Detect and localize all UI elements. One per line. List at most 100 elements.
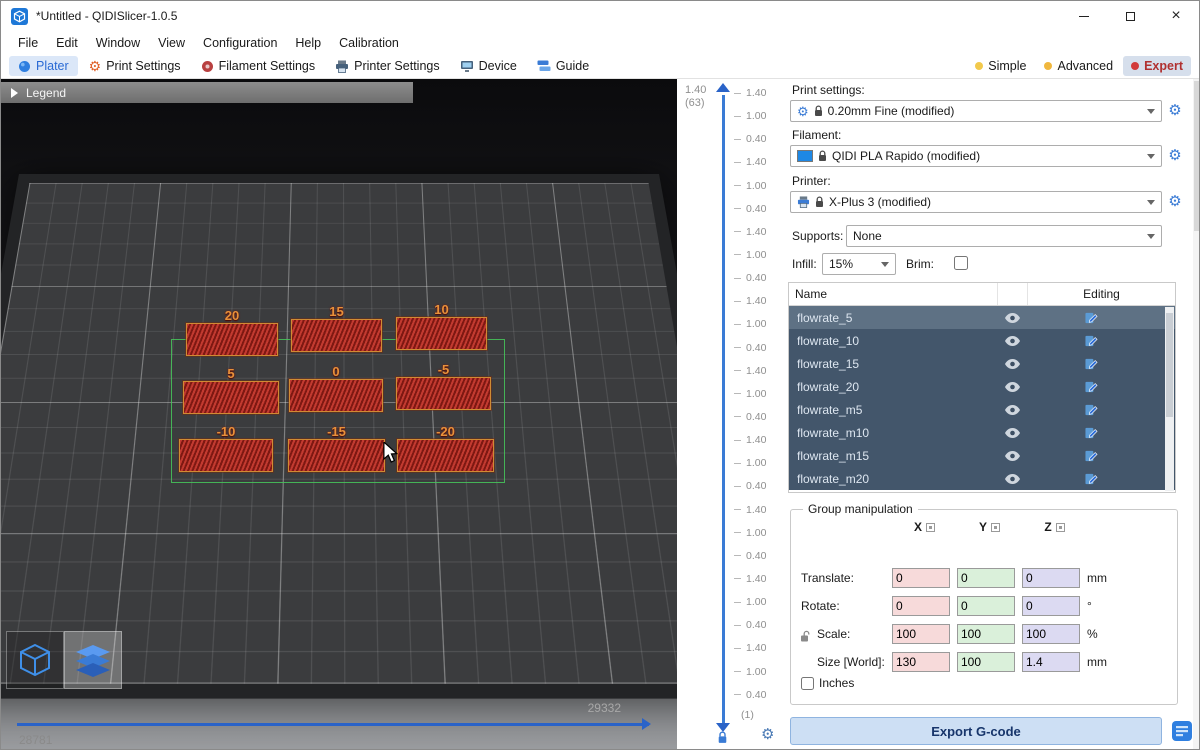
visibility-eye-icon[interactable] [997, 451, 1027, 461]
model-object[interactable]: 5 [183, 381, 279, 414]
preset-gear-icon: ⚙ [797, 105, 809, 118]
layer-tick: 0.40 [734, 480, 766, 492]
tab-plater[interactable]: Plater [9, 56, 78, 76]
object-list-row[interactable]: flowrate_m20 [789, 467, 1175, 490]
slider-lock-icon[interactable] [717, 731, 728, 747]
translate-y-field[interactable] [957, 568, 1015, 588]
model-object[interactable]: -10 [179, 439, 273, 472]
edit-print-settings-button[interactable]: ⚙ [1166, 102, 1184, 120]
tab-device[interactable]: Device [451, 56, 526, 76]
size-x-field[interactable] [892, 652, 950, 672]
inches-checkbox[interactable] [801, 677, 814, 690]
mode-advanced[interactable]: Advanced [1036, 56, 1121, 76]
edit-printer-button[interactable]: ⚙ [1166, 193, 1184, 211]
model-object[interactable]: -15 [288, 439, 385, 472]
menu-calibration[interactable]: Calibration [330, 33, 408, 53]
tab-guide[interactable]: Guide [528, 56, 598, 76]
print-settings-combo[interactable]: ⚙ 0.20mm Fine (modified) [790, 100, 1162, 122]
name-column-header[interactable]: Name [789, 283, 997, 305]
object-list-row[interactable]: flowrate_15 [789, 352, 1175, 375]
editor-view-button[interactable] [6, 631, 64, 689]
menu-file[interactable]: File [9, 33, 47, 53]
edit-object-icon[interactable] [1027, 403, 1175, 416]
scrollbar-thumb[interactable] [1166, 313, 1173, 417]
layer-slider-upper-thumb[interactable] [716, 83, 730, 92]
edit-object-icon[interactable] [1027, 449, 1175, 462]
mode-expert[interactable]: Expert [1123, 56, 1191, 76]
tab-printer-settings[interactable]: Printer Settings [326, 56, 448, 76]
menu-edit[interactable]: Edit [47, 33, 87, 53]
rotate-x-field[interactable] [892, 596, 950, 616]
visibility-eye-icon[interactable] [997, 382, 1027, 392]
object-list-row[interactable]: flowrate_m5 [789, 398, 1175, 421]
tab-print-settings[interactable]: ⚙ Print Settings [80, 56, 190, 76]
minimize-icon [1079, 16, 1089, 17]
scale-y-field[interactable] [957, 624, 1015, 644]
edit-object-icon[interactable] [1027, 472, 1175, 485]
legend-bar[interactable]: Legend [1, 82, 413, 103]
panel-scrollbar[interactable] [1193, 79, 1200, 750]
menu-view[interactable]: View [149, 33, 194, 53]
printer-combo[interactable]: X-Plus 3 (modified) [790, 191, 1162, 213]
export-gcode-button[interactable]: Export G-code [790, 717, 1162, 745]
visibility-eye-icon[interactable] [997, 428, 1027, 438]
3d-viewport[interactable]: 20 15 10 50 -5 -10 -15 -20 Legend 29332 28781 [1, 79, 677, 750]
model-object[interactable]: -20 [397, 439, 494, 472]
scrollbar-thumb[interactable] [1194, 81, 1200, 231]
object-list-row[interactable]: flowrate_5 [789, 306, 1175, 329]
close-button[interactable]: × [1153, 1, 1199, 31]
inches-toggle[interactable]: Inches [801, 676, 854, 690]
translate-x-field[interactable] [892, 568, 950, 588]
visibility-eye-icon[interactable] [997, 336, 1027, 346]
slider-settings-gear-icon[interactable]: ⚙ [761, 725, 774, 743]
send-to-device-icon[interactable] [1171, 720, 1193, 742]
menu-window[interactable]: Window [87, 33, 149, 53]
gcode-move-slider[interactable]: 29332 28781 [17, 723, 649, 726]
visibility-eye-icon[interactable] [997, 313, 1027, 323]
scale-x-field[interactable] [892, 624, 950, 644]
preview-view-button[interactable] [64, 631, 122, 689]
size-z-field[interactable] [1022, 652, 1080, 672]
model-object[interactable]: 20 [186, 323, 278, 356]
edit-object-icon[interactable] [1027, 357, 1175, 370]
edit-object-icon[interactable] [1027, 380, 1175, 393]
edit-object-icon[interactable] [1027, 426, 1175, 439]
scale-z-field[interactable] [1022, 624, 1080, 644]
size-y-field[interactable] [957, 652, 1015, 672]
filament-combo[interactable]: QIDI PLA Rapido (modified) [790, 145, 1162, 167]
visibility-eye-icon[interactable] [997, 474, 1027, 484]
visibility-eye-icon[interactable] [997, 405, 1027, 415]
axis-z-icon[interactable] [1056, 523, 1065, 532]
model-object[interactable]: 10 [396, 317, 487, 350]
menu-help[interactable]: Help [286, 33, 330, 53]
infill-combo[interactable]: 15% [822, 253, 896, 275]
object-list-row[interactable]: flowrate_10 [789, 329, 1175, 352]
object-list-scrollbar[interactable] [1165, 307, 1174, 491]
size-unit: mm [1087, 655, 1107, 669]
layer-slider-track[interactable] [722, 95, 725, 723]
brim-checkbox[interactable] [954, 256, 968, 270]
object-list-row[interactable]: flowrate_m15 [789, 444, 1175, 467]
model-object[interactable]: 0 [289, 379, 383, 412]
minimize-button[interactable] [1061, 1, 1107, 31]
edit-object-icon[interactable] [1027, 334, 1175, 347]
axis-y-icon[interactable] [991, 523, 1000, 532]
tab-filament-settings[interactable]: Filament Settings [192, 56, 325, 76]
rotate-y-field[interactable] [957, 596, 1015, 616]
visibility-eye-icon[interactable] [997, 359, 1027, 369]
rotate-z-field[interactable] [1022, 596, 1080, 616]
object-list-row[interactable]: flowrate_20 [789, 375, 1175, 398]
menu-configuration[interactable]: Configuration [194, 33, 286, 53]
mode-simple[interactable]: Simple [967, 56, 1034, 76]
model-object[interactable]: -5 [396, 377, 491, 410]
object-list-row[interactable]: flowrate_m10 [789, 421, 1175, 444]
editing-column-header[interactable]: Editing [1027, 283, 1175, 305]
uniform-scale-lock-icon[interactable] [800, 630, 811, 646]
edit-object-icon[interactable] [1027, 311, 1175, 324]
edit-filament-button[interactable]: ⚙ [1166, 147, 1184, 165]
maximize-button[interactable] [1107, 1, 1153, 31]
supports-combo[interactable]: None [846, 225, 1162, 247]
translate-z-field[interactable] [1022, 568, 1080, 588]
model-object[interactable]: 15 [291, 319, 382, 352]
axis-x-icon[interactable] [926, 523, 935, 532]
